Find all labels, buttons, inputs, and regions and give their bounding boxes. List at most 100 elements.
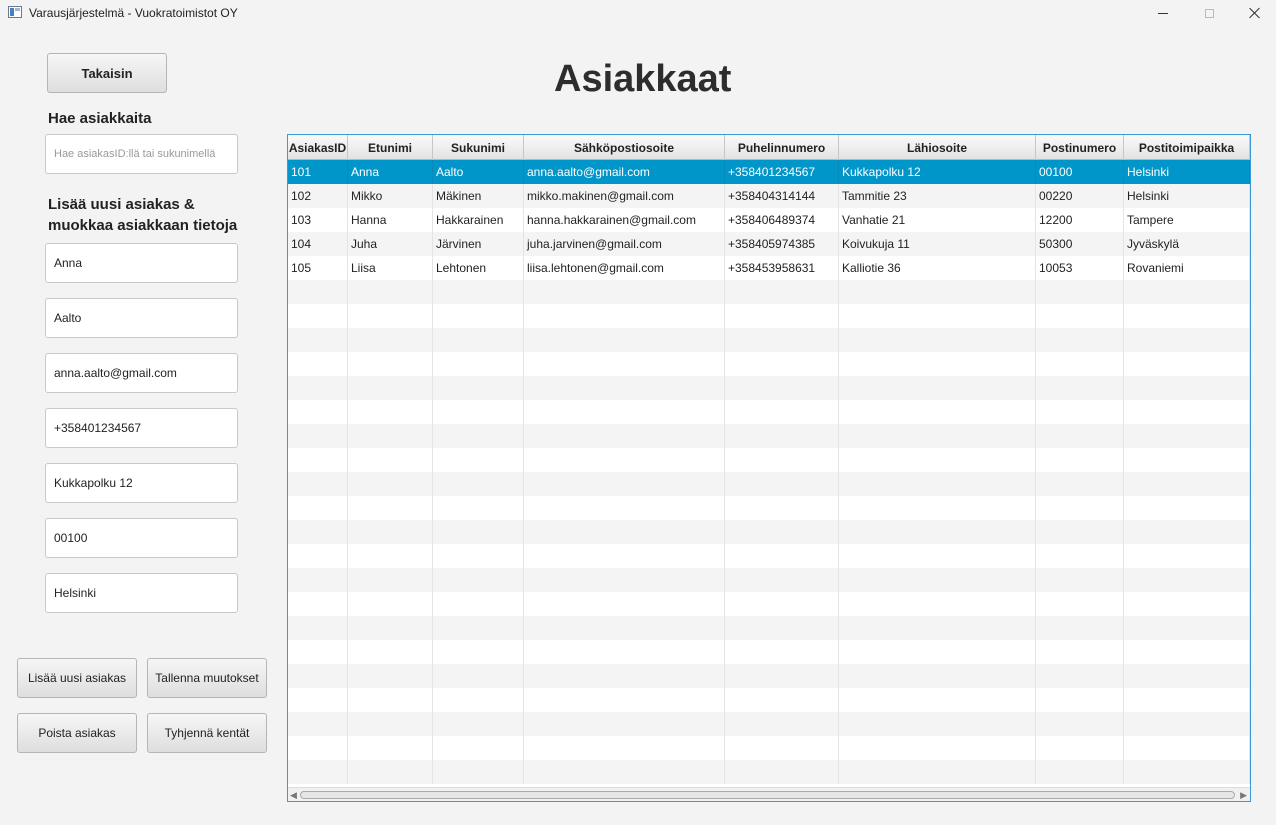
table-cell: [348, 328, 433, 352]
column-header[interactable]: Sähköpostiosoite: [524, 135, 725, 160]
table-cell: [433, 568, 524, 592]
table-cell: [1036, 760, 1124, 784]
table-cell: +358406489374: [725, 208, 839, 232]
table-cell: [348, 664, 433, 688]
table-row[interactable]: 102 Mikko Mäkinen mikko.makinen@gmail.com +3…: [288, 184, 1250, 208]
table-cell: [1124, 400, 1250, 424]
table-cell: [1036, 376, 1124, 400]
email-field[interactable]: anna.aalto@gmail.com: [45, 353, 238, 393]
table-row[interactable]: 104 Juha Järvinen juha.jarvinen@gmail.com +3…: [288, 232, 1250, 256]
table-cell: 105: [288, 256, 348, 280]
column-header[interactable]: Postitoimipaikka: [1124, 135, 1250, 160]
table-cell: Rovaniemi: [1124, 256, 1250, 280]
table-cell: [524, 520, 725, 544]
table-cell: 00100: [1036, 160, 1124, 184]
table-row[interactable]: 101 Anna Aalto anna.aalto@gmail.com +3584012…: [288, 160, 1250, 184]
table-cell: [524, 616, 725, 640]
table-cell: [1124, 664, 1250, 688]
table-cell: [524, 328, 725, 352]
minimize-button[interactable]: [1140, 0, 1186, 26]
window-title: Varausjärjestelmä - Vuokratoimistot OY: [29, 6, 238, 20]
table-cell: [433, 496, 524, 520]
clear-fields-button[interactable]: Tyhjennä kentät: [147, 713, 267, 753]
phone-field[interactable]: +358401234567: [45, 408, 238, 448]
scroll-right-icon[interactable]: ▶: [1240, 790, 1247, 801]
search-heading: Hae asiakkaita: [48, 110, 152, 127]
horizontal-scrollbar[interactable]: ◀ ▶: [288, 787, 1250, 801]
postal-code-field[interactable]: 00100: [45, 518, 238, 558]
last-name-field[interactable]: Aalto: [45, 298, 238, 338]
table-cell: Mikko: [348, 184, 433, 208]
table-cell: 00220: [1036, 184, 1124, 208]
table-cell: [1036, 688, 1124, 712]
table-cell: 102: [288, 184, 348, 208]
table-cell: [348, 400, 433, 424]
back-button[interactable]: Takaisin: [47, 53, 167, 93]
customer-table[interactable]: AsiakasID Etunimi Sukunimi Sähköpostioso…: [287, 134, 1251, 802]
scroll-left-icon[interactable]: ◀: [290, 790, 297, 801]
table-cell: [1036, 616, 1124, 640]
table-cell: [725, 544, 839, 568]
table-cell: [288, 568, 348, 592]
column-header[interactable]: Sukunimi: [433, 135, 524, 160]
table-cell: [1036, 424, 1124, 448]
table-cell: [725, 424, 839, 448]
table-cell: +358401234567: [725, 160, 839, 184]
table-cell: [524, 304, 725, 328]
table-cell: [348, 376, 433, 400]
table-cell: [839, 736, 1036, 760]
table-cell: [524, 640, 725, 664]
column-header[interactable]: Postinumero: [1036, 135, 1124, 160]
column-header[interactable]: Lähiosoite: [839, 135, 1036, 160]
table-cell: [348, 640, 433, 664]
table-cell: [725, 352, 839, 376]
table-cell: [524, 568, 725, 592]
save-changes-button[interactable]: Tallenna muutokset: [147, 658, 267, 698]
table-row[interactable]: 105 Liisa Lehtonen liisa.lehtonen@gmail.com…: [288, 256, 1250, 280]
table-cell: [348, 712, 433, 736]
delete-customer-button[interactable]: Poista asiakas: [17, 713, 137, 753]
table-cell: [288, 544, 348, 568]
table-cell: Aalto: [433, 160, 524, 184]
table-cell: [1124, 328, 1250, 352]
table-cell: [288, 760, 348, 784]
table-cell: [348, 280, 433, 304]
first-name-field[interactable]: Anna: [45, 243, 238, 283]
table-row[interactable]: 103 Hanna Hakkarainen hanna.hakkarainen@gma…: [288, 208, 1250, 232]
table-cell: Jyväskylä: [1124, 232, 1250, 256]
table-cell: [839, 448, 1036, 472]
table-cell: [288, 304, 348, 328]
table-cell: 101: [288, 160, 348, 184]
table-cell: [725, 568, 839, 592]
table-cell: [1124, 352, 1250, 376]
column-header[interactable]: Etunimi: [348, 135, 433, 160]
add-customer-button[interactable]: Lisää uusi asiakas: [17, 658, 137, 698]
table-cell: [524, 400, 725, 424]
window-title-bar: Varausjärjestelmä - Vuokratoimistot OY: [0, 0, 1276, 26]
table-cell: liisa.lehtonen@gmail.com: [524, 256, 725, 280]
empty-table-row: [288, 472, 1250, 496]
empty-table-row: [288, 640, 1250, 664]
close-button[interactable]: [1232, 0, 1276, 26]
maximize-button[interactable]: [1186, 0, 1232, 26]
form-heading: Lisää uusi asiakas & muokkaa asiakkaan t…: [48, 196, 238, 234]
table-cell: [348, 688, 433, 712]
scrollbar-thumb[interactable]: [300, 791, 1235, 799]
table-cell: Anna: [348, 160, 433, 184]
table-cell: [839, 712, 1036, 736]
table-cell: [1036, 352, 1124, 376]
table-cell: [839, 472, 1036, 496]
table-cell: mikko.makinen@gmail.com: [524, 184, 725, 208]
table-cell: [1124, 544, 1250, 568]
city-field[interactable]: Helsinki: [45, 573, 238, 613]
search-input[interactable]: Hae asiakasID:llä tai sukunimellä: [45, 134, 238, 174]
street-address-field[interactable]: Kukkapolku 12: [45, 463, 238, 503]
table-cell: [288, 352, 348, 376]
column-header[interactable]: Puhelinnumero: [725, 135, 839, 160]
column-header[interactable]: AsiakasID: [288, 135, 348, 160]
table-cell: [1036, 664, 1124, 688]
table-cell: [288, 376, 348, 400]
table-cell: [288, 712, 348, 736]
table-cell: [524, 664, 725, 688]
table-cell: Kukkapolku 12: [839, 160, 1036, 184]
